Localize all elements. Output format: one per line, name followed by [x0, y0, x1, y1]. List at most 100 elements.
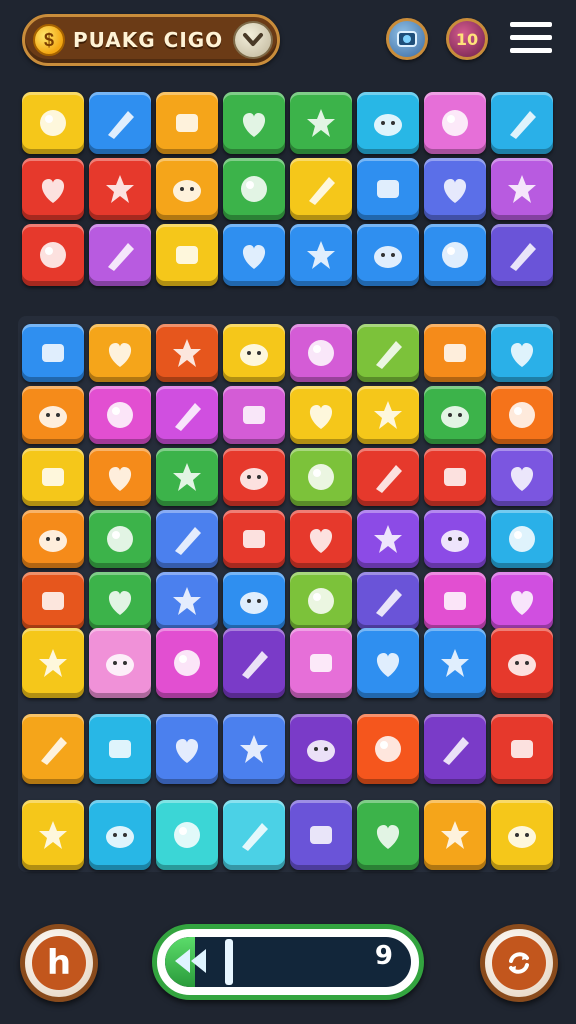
game-tile[interactable] — [491, 800, 553, 870]
game-tile[interactable] — [424, 324, 486, 382]
game-tile[interactable] — [89, 510, 151, 568]
game-tile[interactable] — [223, 224, 285, 286]
game-tile[interactable] — [156, 628, 218, 698]
game-tile[interactable] — [89, 158, 151, 220]
game-tile[interactable] — [424, 510, 486, 568]
game-tile[interactable] — [223, 386, 285, 444]
game-tile[interactable] — [491, 324, 553, 382]
currency-pill[interactable]: $ PUAKG CIGO — [22, 14, 280, 66]
game-tile[interactable] — [491, 224, 553, 286]
camera-button[interactable] — [386, 18, 428, 60]
game-tile[interactable] — [223, 572, 285, 630]
game-tile[interactable] — [290, 92, 352, 154]
game-tile[interactable] — [223, 714, 285, 784]
coin-symbol: $ — [43, 29, 54, 50]
game-tile[interactable] — [22, 628, 84, 698]
game-tile[interactable] — [89, 714, 151, 784]
game-tile[interactable] — [22, 572, 84, 630]
dropdown-button[interactable] — [233, 21, 273, 59]
game-tile[interactable] — [357, 324, 419, 382]
tile-item-icon — [39, 821, 67, 849]
game-tile[interactable] — [22, 714, 84, 784]
game-tile[interactable] — [223, 92, 285, 154]
game-tile[interactable] — [491, 572, 553, 630]
game-tile[interactable] — [357, 572, 419, 630]
game-tile[interactable] — [290, 224, 352, 286]
game-tile[interactable] — [156, 448, 218, 506]
game-tile[interactable] — [223, 510, 285, 568]
game-tile[interactable] — [491, 628, 553, 698]
game-tile[interactable] — [424, 92, 486, 154]
game-tile[interactable] — [290, 158, 352, 220]
game-tile[interactable] — [491, 92, 553, 154]
game-tile[interactable] — [223, 448, 285, 506]
game-tile[interactable] — [223, 158, 285, 220]
game-tile[interactable] — [223, 800, 285, 870]
game-tile[interactable] — [290, 386, 352, 444]
game-tile[interactable] — [156, 510, 218, 568]
level-badge[interactable]: 10 — [446, 18, 488, 60]
game-tile[interactable] — [89, 224, 151, 286]
game-tile[interactable] — [357, 386, 419, 444]
game-tile[interactable] — [424, 572, 486, 630]
rewind-icon[interactable] — [171, 945, 211, 977]
game-tile[interactable] — [357, 224, 419, 286]
game-tile[interactable] — [424, 224, 486, 286]
game-tile[interactable] — [491, 714, 553, 784]
game-tile[interactable] — [491, 448, 553, 506]
game-tile[interactable] — [424, 714, 486, 784]
game-tile[interactable] — [223, 628, 285, 698]
game-tile[interactable] — [357, 448, 419, 506]
game-tile[interactable] — [22, 158, 84, 220]
game-tile[interactable] — [22, 800, 84, 870]
game-tile[interactable] — [156, 324, 218, 382]
game-tile[interactable] — [156, 224, 218, 286]
chevron-down-icon — [243, 33, 263, 46]
game-tile[interactable] — [290, 800, 352, 870]
game-tile[interactable] — [156, 572, 218, 630]
game-tile[interactable] — [290, 628, 352, 698]
game-tile[interactable] — [424, 448, 486, 506]
game-tile[interactable] — [22, 386, 84, 444]
game-tile[interactable] — [22, 510, 84, 568]
menu-icon[interactable] — [510, 22, 552, 58]
game-tile[interactable] — [290, 510, 352, 568]
game-tile[interactable] — [491, 158, 553, 220]
game-tile[interactable] — [290, 714, 352, 784]
game-tile[interactable] — [424, 158, 486, 220]
game-tile[interactable] — [89, 800, 151, 870]
game-tile[interactable] — [22, 92, 84, 154]
game-tile[interactable] — [223, 324, 285, 382]
game-tile[interactable] — [491, 510, 553, 568]
game-tile[interactable] — [491, 386, 553, 444]
game-tile[interactable] — [357, 510, 419, 568]
game-tile[interactable] — [156, 158, 218, 220]
game-tile[interactable] — [357, 92, 419, 154]
game-tile[interactable] — [290, 572, 352, 630]
tile-item-icon — [309, 529, 333, 553]
game-tile[interactable] — [424, 386, 486, 444]
home-button[interactable]: h — [20, 924, 98, 1002]
game-tile[interactable] — [290, 324, 352, 382]
game-tile[interactable] — [89, 324, 151, 382]
game-tile[interactable] — [424, 800, 486, 870]
game-tile[interactable] — [22, 324, 84, 382]
game-tile[interactable] — [156, 714, 218, 784]
game-tile[interactable] — [89, 92, 151, 154]
game-tile[interactable] — [357, 714, 419, 784]
game-tile[interactable] — [156, 800, 218, 870]
restart-button[interactable] — [480, 924, 558, 1002]
game-tile[interactable] — [89, 628, 151, 698]
game-tile[interactable] — [290, 448, 352, 506]
game-tile[interactable] — [357, 628, 419, 698]
game-tile[interactable] — [89, 386, 151, 444]
game-tile[interactable] — [357, 800, 419, 870]
game-tile[interactable] — [89, 448, 151, 506]
game-tile[interactable] — [156, 92, 218, 154]
game-tile[interactable] — [89, 572, 151, 630]
game-tile[interactable] — [357, 158, 419, 220]
game-tile[interactable] — [424, 628, 486, 698]
game-tile[interactable] — [156, 386, 218, 444]
game-tile[interactable] — [22, 448, 84, 506]
game-tile[interactable] — [22, 224, 84, 286]
